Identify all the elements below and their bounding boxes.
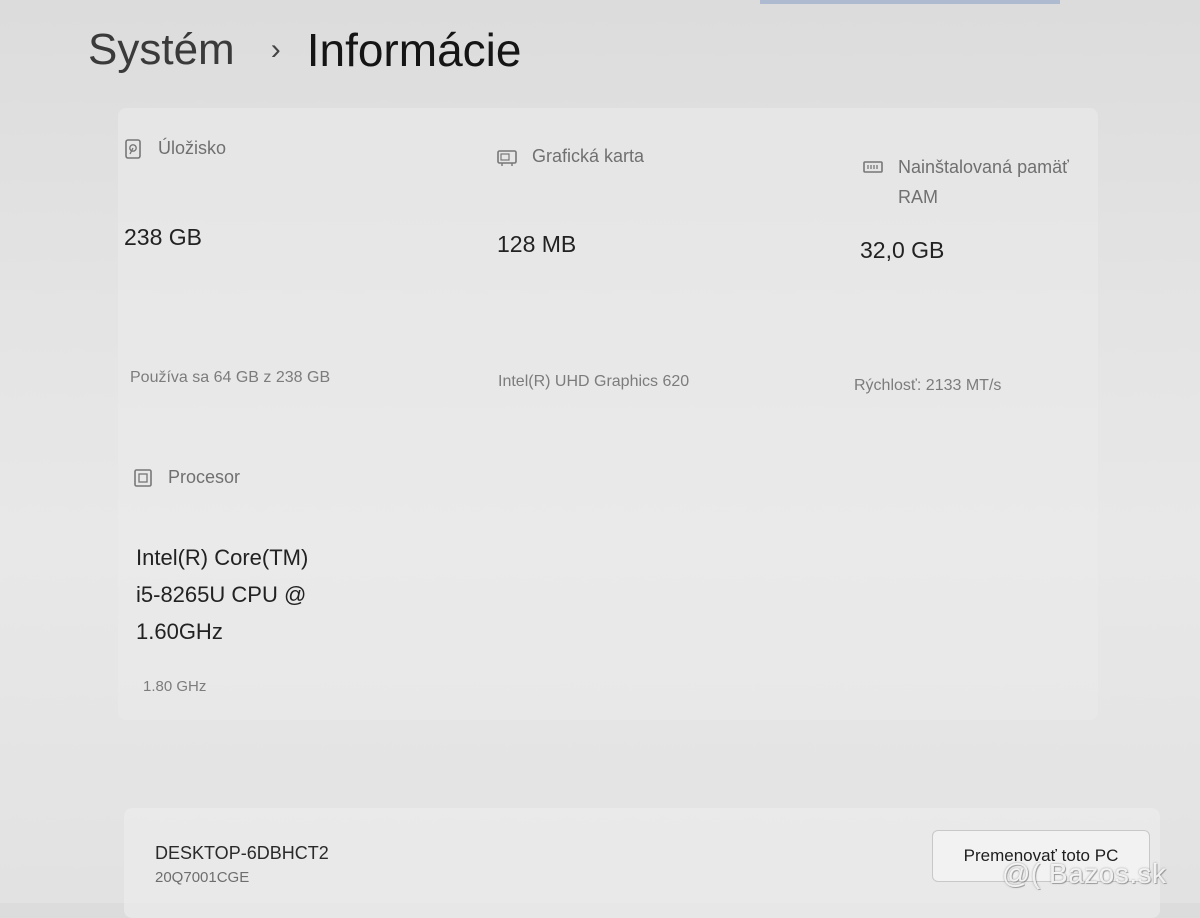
- memory-label-ram: RAM: [898, 187, 938, 207]
- processor-label: Procesor: [168, 467, 241, 487]
- storage-icon: [122, 138, 144, 160]
- storage-detail: Používa sa 64 GB z 238 GB: [130, 369, 331, 386]
- device-model: 20Q7001CGE: [155, 869, 250, 886]
- processor-value: Intel(R) Core(TM) i5-8265U CPU @ 1.60GHz: [136, 539, 396, 650]
- breadcrumb-system-link[interactable]: Systém: [88, 25, 235, 75]
- memory-card: Nainštalovaná pamäť RAM: [862, 156, 1069, 212]
- breadcrumb: Systém › Informácie: [88, 22, 521, 78]
- memory-value: 32,0 GB: [860, 237, 945, 263]
- page-title: Informácie: [306, 24, 522, 76]
- storage-label: Úložisko: [158, 138, 227, 158]
- processor-name-line2: i5-8265U CPU @: [136, 582, 307, 607]
- graphics-label: Grafická karta: [532, 146, 645, 166]
- memory-icon: [862, 156, 884, 178]
- processor-card: Procesor: [132, 467, 240, 489]
- processor-name-line1: Intel(R) Core(TM): [136, 545, 309, 570]
- graphics-card: Grafická karta: [496, 146, 644, 168]
- device-name: DESKTOP-6DBHCT2: [155, 843, 329, 863]
- window-accent-strip: [760, 0, 1060, 4]
- processor-icon: [132, 467, 154, 489]
- graphics-value: 128 MB: [497, 231, 577, 257]
- memory-label: Nainštalovaná pamäť: [898, 157, 1069, 177]
- processor-detail: 1.80 GHz: [143, 678, 207, 695]
- processor-name-line3: 1.60GHz: [136, 619, 223, 644]
- memory-detail: Rýchlosť: 2133 MT/s: [854, 377, 1002, 394]
- chevron-right-icon: ›: [270, 33, 281, 66]
- storage-value: 238 GB: [124, 224, 202, 250]
- watermark: @( Bazos.sk: [1002, 858, 1167, 889]
- storage-card: Úložisko: [122, 138, 226, 160]
- graphics-detail: Intel(R) UHD Graphics 620: [498, 373, 690, 390]
- graphics-card-icon: [496, 146, 518, 168]
